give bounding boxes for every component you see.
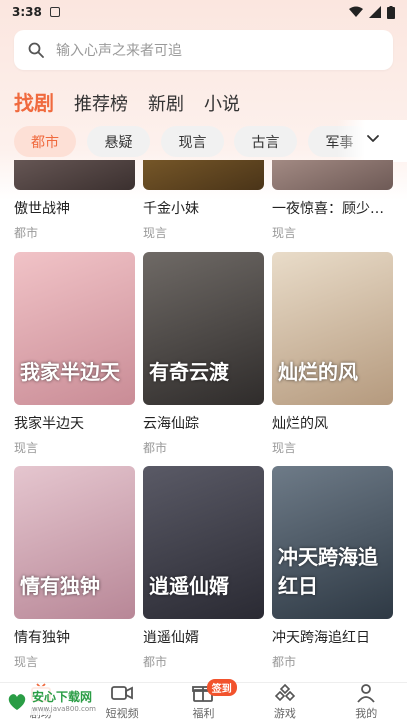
notification-icon — [49, 7, 60, 17]
status-bar: 3:38 — [0, 0, 407, 24]
drama-poster: 情有独钟 — [14, 466, 135, 619]
poster-title: 我家半边天 — [20, 360, 120, 384]
drama-grid: 傲世战神 都市 千金小妹 现言 一夜惊喜：顾少… 现言 我家半边天 我家半边天 … — [0, 160, 407, 680]
drama-title: 云海仙踪 — [143, 416, 199, 432]
video-icon — [111, 686, 133, 700]
chip-suspense[interactable]: 悬疑 — [87, 126, 150, 157]
drama-title: 一夜惊喜：顾少… — [272, 201, 384, 217]
drama-poster — [14, 160, 135, 190]
drama-poster: 冲天跨海追红日 — [272, 466, 393, 619]
poster-title: 冲天跨海追红日 — [278, 545, 378, 598]
drama-poster: 灿烂的风 — [272, 252, 393, 405]
drama-poster: 我家半边天 — [14, 252, 135, 405]
poster-title: 有奇云渡 — [149, 360, 229, 384]
drama-card[interactable]: 灿烂的风 灿烂的风 现言 — [272, 252, 393, 456]
nav-label: 游戏 — [273, 707, 296, 720]
drama-title: 灿烂的风 — [272, 416, 328, 432]
tab-novel[interactable]: 小说 — [204, 90, 240, 116]
nav-welfare[interactable]: 签到 福利 — [163, 679, 244, 723]
drama-genre: 都市 — [14, 226, 39, 240]
drama-poster — [272, 160, 393, 190]
drama-title: 情有独钟 — [14, 630, 70, 646]
profile-icon — [357, 684, 375, 703]
drama-card[interactable]: 千金小妹 现言 — [143, 160, 264, 241]
drama-genre: 都市 — [143, 655, 168, 669]
drama-card[interactable]: 有奇云渡 云海仙踪 都市 — [143, 252, 264, 456]
drama-genre: 现言 — [14, 655, 39, 669]
poster-title: 灿烂的风 — [278, 360, 358, 384]
nav-label: 福利 — [192, 707, 215, 720]
status-icons — [349, 5, 395, 19]
drama-poster — [143, 160, 264, 190]
watermark-name: 安心下载网 — [32, 690, 93, 704]
drama-title: 千金小妹 — [143, 201, 199, 217]
search-icon — [28, 42, 44, 58]
drama-genre: 都市 — [143, 441, 168, 455]
nav-label: 短视频 — [105, 707, 139, 720]
poster-title: 情有独钟 — [20, 574, 100, 598]
wifi-icon — [349, 6, 363, 17]
nav-label: 我的 — [355, 707, 378, 720]
tab-recommend[interactable]: 推荐榜 — [74, 90, 128, 116]
chip-urban[interactable]: 都市 — [14, 126, 76, 157]
tab-new-drama[interactable]: 新剧 — [148, 90, 184, 116]
drama-title: 冲天跨海追红日 — [272, 630, 370, 646]
poster-title: 逍遥仙婿 — [149, 574, 229, 598]
tab-find-drama[interactable]: 找剧 — [14, 87, 54, 116]
drama-card[interactable]: 逍遥仙婿 逍遥仙婿 都市 — [143, 466, 264, 670]
drama-card[interactable]: 情有独钟 情有独钟 现言 — [14, 466, 135, 670]
watermark-url: www.java800.com — [32, 705, 96, 713]
sign-in-badge: 签到 — [206, 679, 237, 696]
drama-card[interactable]: 傲世战神 都市 — [14, 160, 135, 241]
drama-card[interactable]: 我家半边天 我家半边天 现言 — [14, 252, 135, 456]
chip-modern-romance[interactable]: 现言 — [161, 126, 224, 157]
drama-genre: 现言 — [272, 441, 297, 455]
search-placeholder: 输入心声之来者可追 — [56, 43, 182, 59]
chevron-down-icon[interactable] — [366, 134, 380, 144]
drama-genre: 都市 — [272, 655, 297, 669]
signal-icon — [369, 6, 381, 18]
gamepad-icon — [274, 683, 295, 702]
battery-icon — [387, 5, 395, 19]
drama-poster: 有奇云渡 — [143, 252, 264, 405]
drama-card[interactable]: 一夜惊喜：顾少… 现言 — [272, 160, 393, 241]
drama-genre: 现言 — [272, 226, 297, 240]
watermark-logo-icon — [8, 693, 26, 710]
main-tabs: 找剧 推荐榜 新剧 小说 — [14, 86, 240, 116]
drama-card[interactable]: 冲天跨海追红日 冲天跨海追红日 都市 — [272, 466, 393, 670]
site-watermark: 安心下载网 www.java800.com — [2, 686, 100, 715]
search-bar[interactable]: 输入心声之来者可追 — [14, 30, 393, 70]
drama-title: 我家半边天 — [14, 416, 84, 432]
drama-genre: 现言 — [14, 441, 39, 455]
status-time: 3:38 — [12, 5, 42, 19]
drama-genre: 现言 — [143, 226, 168, 240]
drama-title: 傲世战神 — [14, 201, 70, 217]
drama-title: 逍遥仙婿 — [143, 630, 199, 646]
chip-ancient-romance[interactable]: 古言 — [234, 126, 297, 157]
nav-profile[interactable]: 我的 — [326, 683, 407, 723]
drama-poster: 逍遥仙婿 — [143, 466, 264, 619]
nav-games[interactable]: 游戏 — [244, 683, 325, 723]
